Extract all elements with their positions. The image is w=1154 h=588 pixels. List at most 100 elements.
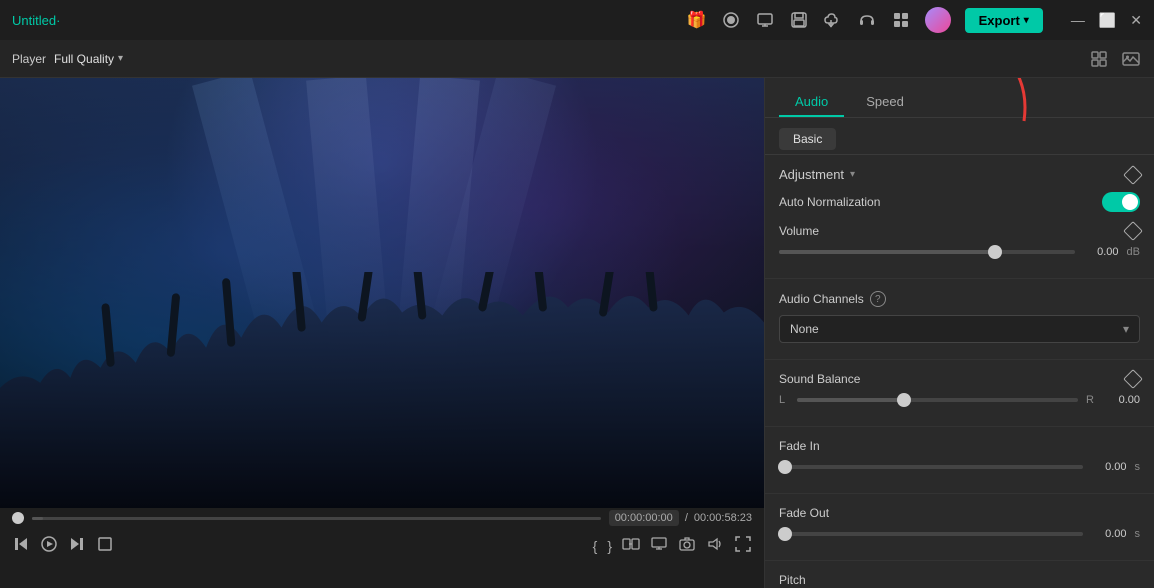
fullscreen-icon[interactable] [734,535,752,558]
audio-channels-row: Audio Channels ? [779,291,1140,307]
sound-balance-keyframe-icon[interactable] [1123,369,1143,389]
fade-in-unit: s [1135,461,1141,473]
volume-icon[interactable] [706,535,724,558]
current-time: 00:00:00:00 [609,510,679,526]
adjustment-chevron: ▾ [850,169,855,180]
volume-row: Volume [779,224,1140,238]
panel-subtabs: Basic [765,118,1154,155]
fade-in-value: 0.00 [1091,461,1127,473]
audio-channels-help-icon[interactable]: ? [870,291,886,307]
time-display: 00:00:00:00 / 00:00:58:23 [609,510,752,526]
progress-track[interactable] [32,517,601,520]
balance-thumb[interactable] [897,393,911,407]
gift-icon[interactable]: 🎁 [687,10,707,30]
fade-in-slider-row: 0.00 s [779,461,1140,473]
balance-fill [797,398,904,402]
save-icon[interactable] [789,10,809,30]
playhead-indicator[interactable] [12,512,24,524]
quality-label: Full Quality [54,52,114,66]
auto-normalization-row: Auto Normalization [779,192,1140,212]
volume-keyframe-icon[interactable] [1123,221,1143,241]
skip-back-icon[interactable] [12,535,30,558]
adjustment-section: Adjustment ▾ Auto Normalization Volume [765,155,1154,279]
fade-out-section: Fade Out 0.00 s [765,494,1154,561]
progress-fill [32,517,43,520]
volume-slider-row: 0.00 dB [779,246,1140,258]
main-content: 00:00:00:00 / 00:00:58:23 [0,78,1154,588]
snapshot-icon[interactable] [678,535,696,558]
sound-balance-label: Sound Balance [779,372,860,386]
volume-thumb[interactable] [988,245,1002,259]
image-view-icon[interactable] [1120,48,1142,70]
volume-slider[interactable] [779,250,1075,254]
fade-in-label: Fade In [779,439,820,453]
panel-tabs: Audio Speed [765,78,1154,118]
in-point-icon[interactable]: { [593,538,598,554]
balance-value: 0.00 [1104,394,1140,406]
tab-audio[interactable]: Audio [779,88,844,117]
apps-grid-icon[interactable] [891,10,911,30]
adjustment-keyframe-icon[interactable] [1123,165,1143,185]
play-icon[interactable] [40,535,58,558]
fade-out-unit: s [1135,528,1141,540]
stop-icon[interactable] [96,535,114,558]
audio-channels-label-area: Audio Channels ? [779,291,886,307]
title-bar-icons: 🎁 Export ▾ — ⬜ ✕ [687,7,1142,33]
volume-fill [779,250,995,254]
volume-label: Volume [779,224,819,238]
sound-balance-slider[interactable] [797,398,1078,402]
audio-channels-dropdown[interactable]: None ▾ [779,315,1140,343]
audio-channels-dropdown-row: None ▾ [779,315,1140,343]
fade-in-slider[interactable] [779,465,1083,469]
fade-out-slider[interactable] [779,532,1083,536]
minimize-button[interactable]: — [1071,12,1085,28]
volume-value: 0.00 [1083,246,1119,258]
export-button[interactable]: Export ▾ [965,8,1043,33]
player-left: Player Full Quality ▾ [12,52,123,66]
transport-controls: { } [0,528,764,564]
maximize-button[interactable]: ⬜ [1099,12,1116,29]
subtab-basic[interactable]: Basic [779,128,836,150]
transport-right: { } [593,535,752,558]
auto-normalization-toggle[interactable] [1102,192,1140,212]
player-right [1088,48,1142,70]
balance-left-label: L [779,394,789,406]
avatar[interactable] [925,7,951,33]
timeline-area: 00:00:00:00 / 00:00:58:23 [0,508,764,588]
player-label: Player [12,52,46,66]
quality-selector[interactable]: Full Quality ▾ [54,52,123,66]
crowd-silhouette [0,272,764,509]
fade-in-thumb[interactable] [778,460,792,474]
fade-out-value: 0.00 [1091,528,1127,540]
audio-channels-label: Audio Channels [779,292,864,306]
toggle-thumb [1122,194,1138,210]
adjustment-title: Adjustment ▾ [779,167,855,182]
close-button[interactable]: ✕ [1130,12,1142,29]
pitch-row: Pitch [779,573,1140,587]
headset-icon[interactable] [857,10,877,30]
grid-view-icon[interactable] [1088,48,1110,70]
fade-in-section: Fade In 0.00 s [765,427,1154,494]
sound-balance-row: Sound Balance [779,372,1140,386]
pitch-section: Pitch [765,561,1154,588]
fade-in-row: Fade In [779,439,1140,453]
tab-speed[interactable]: Speed [850,88,920,117]
fade-out-thumb[interactable] [778,527,792,541]
pitch-label: Pitch [779,573,806,587]
total-time: 00:00:58:23 [694,512,752,524]
sound-balance-section: Sound Balance L R 0.00 [765,360,1154,427]
insert-icon[interactable] [622,535,640,558]
time-separator: / [685,512,688,524]
volume-unit: dB [1127,246,1140,258]
monitor-output-icon[interactable] [650,535,668,558]
cloud-icon[interactable] [823,10,843,30]
fade-out-slider-row: 0.00 s [779,528,1140,540]
fade-out-row: Fade Out [779,506,1140,520]
play-next-icon[interactable] [68,535,86,558]
record-icon[interactable] [721,10,741,30]
transport-left [12,535,114,558]
out-point-icon[interactable]: } [607,538,612,554]
fade-out-label: Fade Out [779,506,829,520]
monitor-icon[interactable] [755,10,775,30]
title-bar: Untitled· 🎁 Export ▾ — ⬜ ✕ [0,0,1154,40]
